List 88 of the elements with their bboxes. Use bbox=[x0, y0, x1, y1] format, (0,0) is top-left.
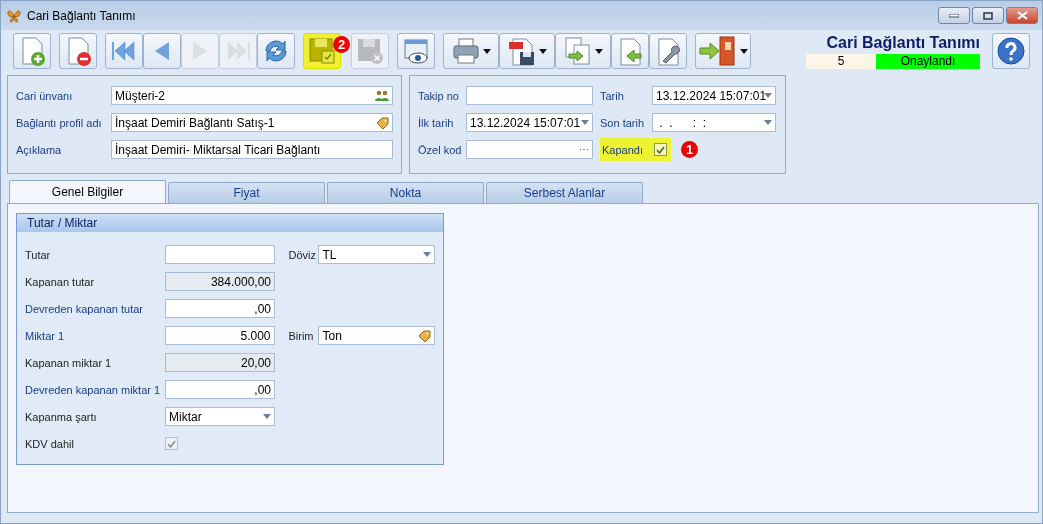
toolbar-button[interactable] bbox=[695, 33, 751, 69]
field-label: Tutar bbox=[25, 248, 52, 261]
dropdown-field[interactable]: Miktar bbox=[165, 407, 275, 426]
window-eye-icon bbox=[401, 36, 431, 66]
caret-icon bbox=[483, 48, 491, 54]
caret-icon bbox=[581, 120, 589, 125]
toolbar-button[interactable] bbox=[649, 33, 687, 69]
input-field[interactable]: ,00 bbox=[165, 380, 275, 399]
field-label: KDV dahil bbox=[25, 437, 75, 450]
input-field[interactable] bbox=[466, 86, 593, 105]
toolbar-button[interactable] bbox=[59, 33, 97, 69]
input-field[interactable]: 384.000,00 bbox=[165, 272, 275, 291]
input-field[interactable]: İnşaat Demiri- Miktarsal Ticari Bağlantı bbox=[111, 140, 393, 159]
group-title: Tutar / Miktar bbox=[27, 216, 98, 230]
caret-icon bbox=[539, 48, 547, 54]
checkbox[interactable] bbox=[654, 143, 667, 156]
input-field[interactable]: Ton bbox=[318, 326, 435, 345]
help-button[interactable] bbox=[992, 33, 1030, 69]
exit-door-icon bbox=[698, 35, 738, 67]
input-field[interactable]: ,00 bbox=[165, 299, 275, 318]
field-label: Tarih bbox=[600, 89, 625, 102]
ellipsis-button[interactable]: ··· bbox=[579, 144, 589, 155]
field-label: Son tarih bbox=[600, 116, 646, 129]
dropdown-field[interactable]: . . : : bbox=[652, 113, 776, 132]
maximize-icon bbox=[983, 11, 993, 20]
tab[interactable]: Genel Bilgiler bbox=[9, 180, 166, 203]
toolbar-button[interactable] bbox=[499, 33, 555, 69]
caret-icon bbox=[764, 93, 772, 98]
field-label: Kapanan tutar bbox=[25, 275, 96, 288]
first-record-icon bbox=[110, 39, 138, 63]
field-label: Cari ünvanı bbox=[16, 89, 74, 102]
floppy-disk-cancel-icon bbox=[355, 36, 385, 66]
close-button[interactable] bbox=[1006, 7, 1038, 24]
checkbox[interactable] bbox=[165, 437, 178, 450]
tag-icon bbox=[418, 329, 431, 342]
field-label: Miktar 1 bbox=[25, 329, 66, 342]
input-field[interactable]: İnşaat Demiri Bağlantı Satış-1 bbox=[111, 113, 393, 132]
caret-icon bbox=[740, 48, 748, 54]
caret-icon bbox=[595, 48, 603, 54]
tab[interactable]: Serbest Alanlar bbox=[486, 182, 643, 203]
field-label: Özel kod bbox=[418, 143, 463, 156]
number-badge: 1 bbox=[681, 141, 698, 158]
field-label: Takip no bbox=[418, 89, 460, 102]
caret-icon bbox=[263, 414, 271, 419]
tab[interactable]: Fiyat bbox=[168, 182, 325, 203]
tab[interactable]: Nokta bbox=[327, 182, 484, 203]
dropdown-field[interactable]: 13.12.2024 15:07:01 bbox=[466, 113, 593, 132]
input-field[interactable] bbox=[165, 245, 275, 264]
minimize-icon bbox=[949, 13, 959, 18]
field-label: Devreden kapanan tutar bbox=[25, 302, 145, 315]
check-icon bbox=[167, 439, 176, 448]
form-title: Cari Bağlantı Tanımı bbox=[826, 33, 980, 52]
record-number: 5 bbox=[806, 53, 876, 69]
field-label: Birim bbox=[288, 329, 315, 342]
field-label: Kapandı bbox=[602, 143, 644, 156]
butterfly-icon bbox=[7, 8, 21, 23]
dropdown-field[interactable]: TL bbox=[318, 245, 435, 264]
people-icon bbox=[375, 89, 389, 102]
input-field[interactable]: Müşteri-2 bbox=[111, 86, 393, 105]
toolbar-button[interactable] bbox=[257, 33, 295, 69]
field-label: Bağlantı profil adı bbox=[16, 116, 103, 129]
field-label: Devreden kapanan miktar 1 bbox=[25, 383, 162, 396]
minimize-button[interactable] bbox=[938, 7, 970, 24]
pdf-save-icon bbox=[507, 36, 537, 66]
toolbar-button[interactable] bbox=[443, 33, 499, 69]
dropdown-field[interactable]: 13.12.2024 15:07:01 bbox=[652, 86, 776, 105]
input-field[interactable]: 5.000 bbox=[165, 326, 275, 345]
close-icon bbox=[1016, 11, 1028, 20]
field-label: Açıklama bbox=[16, 143, 63, 156]
status-label: Onaylandı bbox=[876, 53, 980, 69]
floppy-disk-check-icon bbox=[307, 36, 337, 66]
field-label: İlk tarih bbox=[418, 116, 455, 129]
window-title: Cari Bağlantı Tanımı bbox=[27, 8, 137, 23]
input-field[interactable]: 20,00 bbox=[165, 353, 275, 372]
maximize-button[interactable] bbox=[972, 7, 1004, 24]
caret-icon bbox=[764, 120, 772, 125]
check-icon bbox=[656, 145, 665, 154]
copy-documents-icon bbox=[563, 36, 593, 66]
field-label: Kapanma şartı bbox=[25, 410, 98, 423]
printer-icon bbox=[451, 36, 481, 66]
toolbar-button[interactable] bbox=[397, 33, 435, 69]
input-field[interactable]: ··· bbox=[466, 140, 593, 159]
field-label: Döviz bbox=[288, 248, 317, 261]
field-label: Kapanan miktar 1 bbox=[25, 356, 113, 369]
caret-icon bbox=[423, 252, 431, 257]
help-icon bbox=[997, 37, 1025, 65]
number-badge: 2 bbox=[333, 36, 350, 53]
tag-icon bbox=[376, 116, 389, 129]
